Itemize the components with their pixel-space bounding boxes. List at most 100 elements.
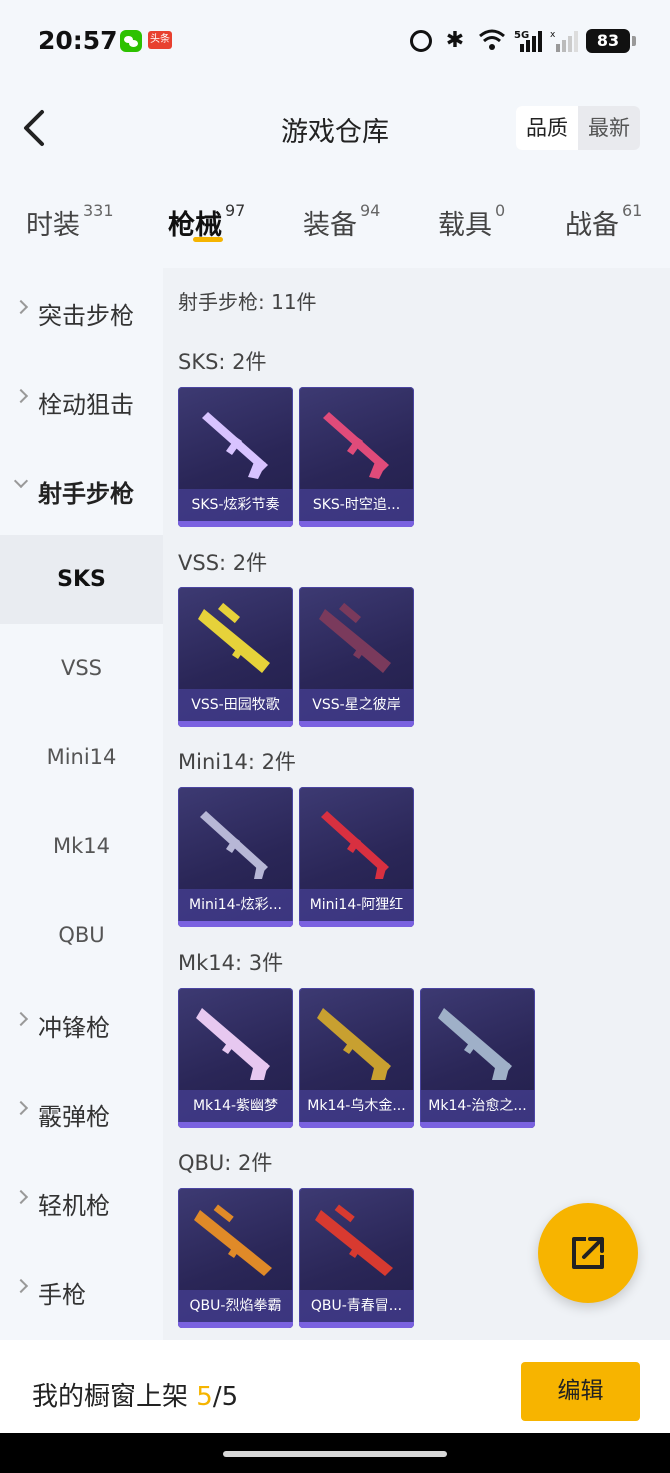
tab-label: 载具 bbox=[438, 210, 492, 241]
weapon-icon bbox=[194, 1204, 272, 1276]
rarity-bar bbox=[299, 721, 414, 727]
sidebar-sub-mini14[interactable]: Mini14 bbox=[0, 713, 163, 802]
weapon-name: SKS-时空追... bbox=[299, 489, 414, 521]
weapon-card[interactable]: QBU-烈焰拳霸 bbox=[178, 1188, 293, 1328]
rarity-bar bbox=[420, 1122, 535, 1128]
system-nav-bar bbox=[0, 1433, 670, 1473]
sidebar-sub-mk14[interactable]: Mk14 bbox=[0, 802, 163, 891]
wechat-icon bbox=[120, 30, 142, 52]
rarity-bar bbox=[178, 921, 293, 927]
rarity-bar bbox=[178, 721, 293, 727]
weapon-card[interactable]: Mini14-炫彩... bbox=[178, 787, 293, 927]
weapon-list: 射手步枪: 11件 SKS: 2件 SKS-炫彩节奏 SKS-时空追... VS… bbox=[163, 268, 670, 1340]
svg-text:x: x bbox=[550, 30, 556, 40]
weapon-card[interactable]: Mk14-乌木金... bbox=[299, 988, 414, 1128]
rarity-bar bbox=[299, 921, 414, 927]
tab-fashion[interactable]: 时装 331 bbox=[26, 201, 114, 242]
weapon-card[interactable]: QBU-青春冒... bbox=[299, 1188, 414, 1328]
chevron-right-icon bbox=[13, 388, 29, 404]
share-button[interactable] bbox=[538, 1203, 638, 1303]
chevron-right-icon bbox=[13, 1011, 29, 1027]
alarm-icon bbox=[410, 30, 432, 52]
chevron-down-icon bbox=[13, 473, 29, 489]
sidebar-item-smg[interactable]: 冲锋枪 bbox=[0, 980, 163, 1069]
weapon-card[interactable]: VSS-星之彼岸 bbox=[299, 587, 414, 727]
tab-count: 97 bbox=[225, 201, 246, 220]
status-time: 20:57 bbox=[38, 26, 118, 55]
weapon-card[interactable]: Mini14-阿狸红 bbox=[299, 787, 414, 927]
tab-vehicles[interactable]: 载具 0 bbox=[438, 201, 506, 242]
chevron-right-icon bbox=[13, 299, 29, 315]
tab-label: 装备 bbox=[303, 210, 357, 241]
chevron-right-icon bbox=[13, 1189, 29, 1205]
weapon-card[interactable]: VSS-田园牧歌 bbox=[178, 587, 293, 727]
tab-equipment[interactable]: 装备 94 bbox=[303, 201, 381, 242]
weapon-name: VSS-星之彼岸 bbox=[299, 689, 414, 721]
sidebar-item-shotgun[interactable]: 霰弹枪 bbox=[0, 1069, 163, 1158]
weapon-icon bbox=[321, 811, 389, 879]
weapon-name: Mk14-乌木金... bbox=[299, 1090, 414, 1122]
sidebar-item-label: 霰弹枪 bbox=[38, 1103, 110, 1131]
tab-label: 战备 bbox=[565, 210, 619, 241]
bluetooth-icon: ✱ bbox=[445, 28, 465, 53]
sidebar-item-label: 射手步枪 bbox=[38, 480, 134, 508]
rarity-bar bbox=[178, 1322, 293, 1328]
group-title-vss: VSS: 2件 bbox=[178, 551, 268, 575]
sidebar-sub-vss[interactable]: VSS bbox=[0, 624, 163, 713]
weapon-icon bbox=[202, 412, 268, 479]
weapon-card[interactable]: SKS-时空追... bbox=[299, 387, 414, 527]
edit-button[interactable]: 编辑 bbox=[521, 1362, 640, 1421]
signal-2-icon: x bbox=[550, 28, 578, 54]
rarity-bar bbox=[299, 521, 414, 527]
weapon-icon bbox=[317, 1008, 391, 1080]
sidebar-item-label: 突击步枪 bbox=[38, 302, 134, 330]
category-summary: 射手步枪: 11件 bbox=[178, 290, 317, 314]
sidebar-item-lmg[interactable]: 轻机枪 bbox=[0, 1158, 163, 1247]
showcase-status: 我的橱窗上架 5/5 bbox=[32, 1376, 238, 1413]
group-title-sks: SKS: 2件 bbox=[178, 350, 267, 374]
group-title-mini14: Mini14: 2件 bbox=[178, 750, 296, 774]
share-icon bbox=[572, 1237, 604, 1269]
sidebar-item-bolt-sniper[interactable]: 栓动狙击 bbox=[0, 357, 163, 446]
weapon-card[interactable]: Mk14-紫幽梦 bbox=[178, 988, 293, 1128]
svg-text:5G: 5G bbox=[514, 30, 529, 41]
weapon-card[interactable]: Mk14-治愈之... bbox=[420, 988, 535, 1128]
sort-option-quality[interactable]: 品质 bbox=[516, 106, 578, 150]
sidebar-sub-sks[interactable]: SKS bbox=[0, 535, 163, 624]
weapon-name: QBU-青春冒... bbox=[299, 1290, 414, 1322]
weapon-card[interactable]: SKS-炫彩节奏 bbox=[178, 387, 293, 527]
weapon-name: SKS-炫彩节奏 bbox=[178, 489, 293, 521]
battery-icon: 83 bbox=[586, 29, 636, 53]
group-title-mk14: Mk14: 3件 bbox=[178, 951, 284, 975]
sidebar-item-assault-rifle[interactable]: 突击步枪 bbox=[0, 268, 163, 357]
tab-count: 0 bbox=[495, 201, 506, 220]
group-title-qbu: QBU: 2件 bbox=[178, 1151, 273, 1175]
tab-supplies[interactable]: 战备 61 bbox=[565, 201, 643, 242]
sidebar-item-label: 栓动狙击 bbox=[38, 391, 134, 419]
header: 游戏仓库 品质 最新 bbox=[0, 80, 670, 175]
sidebar-item-marksman-rifle[interactable]: 射手步枪 bbox=[0, 446, 163, 535]
bottom-bar: 我的橱窗上架 5/5 编辑 bbox=[0, 1340, 670, 1433]
active-tab-indicator bbox=[193, 237, 223, 242]
status-icons: ✱ 5G x 83 bbox=[410, 26, 636, 56]
weapon-icon bbox=[198, 602, 270, 673]
sidebar-sub-qbu[interactable]: QBU bbox=[0, 891, 163, 980]
signal-5g-icon: 5G bbox=[514, 28, 542, 54]
tab-count: 94 bbox=[360, 201, 381, 220]
weapon-name: Mini14-阿狸红 bbox=[299, 889, 414, 921]
sort-option-newest[interactable]: 最新 bbox=[578, 106, 640, 150]
sort-toggle: 品质 最新 bbox=[516, 106, 640, 150]
tab-count: 61 bbox=[622, 201, 643, 220]
sidebar-item-label: 冲锋枪 bbox=[38, 1014, 110, 1042]
home-indicator[interactable] bbox=[223, 1451, 447, 1457]
weapon-icon bbox=[196, 1008, 270, 1080]
rarity-bar bbox=[299, 1322, 414, 1328]
rarity-bar bbox=[178, 1122, 293, 1128]
sidebar-item-pistol[interactable]: 手枪 bbox=[0, 1247, 163, 1336]
sidebar-item-label: 轻机枪 bbox=[38, 1192, 110, 1220]
sidebar: 突击步枪 栓动狙击 射手步枪 SKS VSS Mini14 Mk14 QBU 冲… bbox=[0, 268, 163, 1340]
rarity-bar bbox=[299, 1122, 414, 1128]
weapon-name: Mini14-炫彩... bbox=[178, 889, 293, 921]
weapon-icon bbox=[438, 1008, 512, 1080]
weapon-icon bbox=[323, 412, 389, 479]
